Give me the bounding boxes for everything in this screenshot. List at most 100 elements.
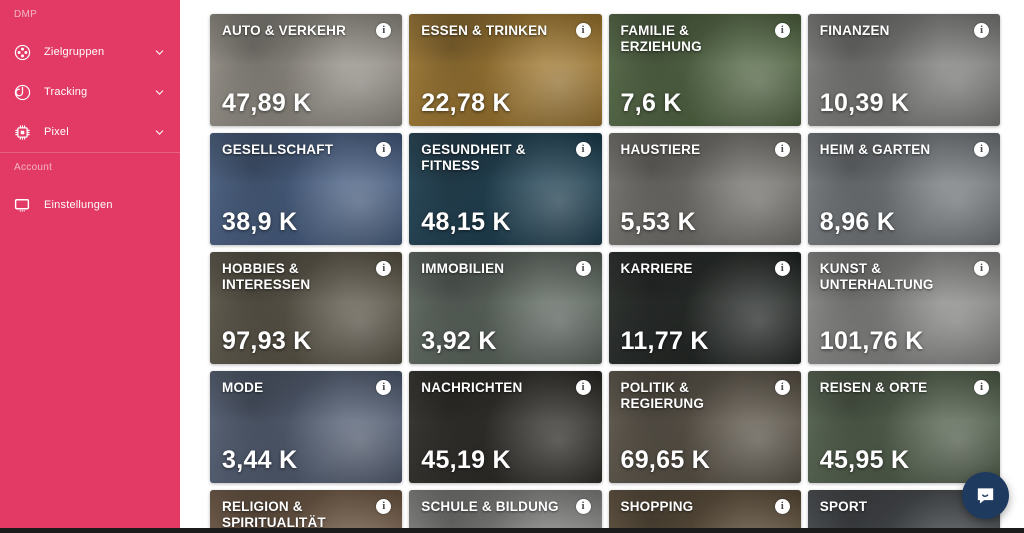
chevron-down-icon[interactable] <box>150 87 168 98</box>
info-icon[interactable]: i <box>974 142 989 157</box>
category-card[interactable]: NACHRICHTEN i 45,19 K <box>409 371 602 483</box>
card-title: GESELLSCHAFT <box>222 142 334 157</box>
pixel-chip-icon <box>0 124 44 141</box>
info-glyph: i <box>581 381 585 393</box>
card-value: 10,39 K <box>819 89 910 117</box>
info-icon[interactable]: i <box>575 380 591 395</box>
info-glyph: i <box>780 143 784 155</box>
category-card[interactable]: KUNST & UNTERHALTUNG i 101,76 K <box>807 252 1000 364</box>
tracking-icon <box>0 84 44 101</box>
info-icon[interactable]: i <box>774 142 790 157</box>
category-card[interactable]: IMMOBILIEN i 3,92 K <box>409 252 602 364</box>
card-value: 38,9 K <box>222 208 298 236</box>
info-icon[interactable]: i <box>376 23 392 38</box>
category-card[interactable]: ESSEN & TRINKEN i 22,78 K <box>409 14 602 126</box>
sidebar: DMP Zielgruppen Tracking Pixel Account E… <box>0 0 180 533</box>
sidebar-item-label: Einstellungen <box>44 199 113 211</box>
sidebar-section-label-account: Account <box>14 162 53 173</box>
info-glyph: i <box>979 143 984 155</box>
card-title: SHOPPING <box>620 499 694 514</box>
info-icon[interactable]: i <box>376 499 392 514</box>
info-icon[interactable]: i <box>575 261 591 276</box>
chevron-down-icon[interactable] <box>150 47 168 58</box>
info-glyph: i <box>581 24 585 36</box>
category-card[interactable]: FAMILIE & ERZIEHUNG i 7,6 K <box>608 14 801 126</box>
info-icon[interactable]: i <box>974 261 989 276</box>
info-icon[interactable]: i <box>575 499 591 514</box>
app-root: DMP Zielgruppen Tracking Pixel Account E… <box>0 0 1024 533</box>
info-glyph: i <box>382 262 386 274</box>
info-icon[interactable]: i <box>974 380 989 395</box>
card-title: ESSEN & TRINKEN <box>421 23 548 38</box>
sidebar-item-label: Pixel <box>44 126 69 138</box>
category-card[interactable]: HAUSTIERE i 5,53 K <box>608 133 801 245</box>
card-value: 11,77 K <box>620 327 709 355</box>
category-card[interactable]: AUTO & VERKEHR i 47,89 K <box>210 14 403 126</box>
sidebar-item-einstellungen[interactable]: Einstellungen <box>0 191 180 219</box>
monitor-icon <box>0 196 44 214</box>
category-card[interactable]: SHOPPING i <box>608 490 801 533</box>
sidebar-item-zielgruppen[interactable]: Zielgruppen <box>0 38 180 66</box>
card-title: REISEN & ORTE <box>819 380 928 395</box>
main-content: AUTO & VERKEHR i 47,89 K ESSEN & TRINKEN i 22… <box>180 0 1024 533</box>
category-card[interactable]: RELIGION & SPIRITUALITÄT i <box>210 490 403 533</box>
info-glyph: i <box>979 381 984 393</box>
info-glyph: i <box>780 500 784 512</box>
card-value: 47,89 K <box>222 89 312 117</box>
info-icon[interactable]: i <box>774 261 790 276</box>
info-icon[interactable]: i <box>575 142 591 157</box>
category-card[interactable]: GESUNDHEIT & FITNESS i 48,15 K <box>409 133 602 245</box>
card-value: 45,19 K <box>421 446 511 474</box>
card-value: 45,95 K <box>819 446 910 474</box>
sidebar-item-label: Tracking <box>44 86 88 98</box>
category-card[interactable]: FINANZEN i 10,39 K <box>807 14 1000 126</box>
info-glyph: i <box>382 24 386 36</box>
category-card[interactable]: KARRIERE i 11,77 K <box>608 252 801 364</box>
card-title: SPORT <box>819 499 868 514</box>
category-card[interactable]: POLITIK & REGIERUNG i 69,65 K <box>608 371 801 483</box>
card-title: AUTO & VERKEHR <box>222 23 347 38</box>
info-glyph: i <box>780 24 784 36</box>
category-card[interactable]: SCHULE & BILDUNG i <box>409 490 602 533</box>
card-title: HEIM & GARTEN <box>819 142 931 157</box>
audience-icon <box>0 44 44 61</box>
chat-launcher-button[interactable] <box>962 472 1009 519</box>
info-icon[interactable]: i <box>376 261 392 276</box>
chevron-down-icon[interactable] <box>150 127 168 138</box>
info-glyph: i <box>780 262 784 274</box>
info-icon[interactable]: i <box>974 23 989 38</box>
info-icon[interactable]: i <box>376 142 392 157</box>
category-card[interactable]: REISEN & ORTE i 45,95 K <box>807 371 1000 483</box>
info-glyph: i <box>780 381 784 393</box>
sidebar-item-pixel[interactable]: Pixel <box>0 118 180 146</box>
category-card[interactable]: HOBBIES & INTERESSEN i 97,93 K <box>210 252 403 364</box>
category-card[interactable]: HEIM & GARTEN i 8,96 K <box>807 133 1000 245</box>
sidebar-item-tracking[interactable]: Tracking <box>0 78 180 106</box>
card-title: KUNST & UNTERHALTUNG <box>819 261 934 292</box>
category-card[interactable]: MODE i 3,44 K <box>210 371 403 483</box>
sidebar-item-label: Zielgruppen <box>44 46 105 58</box>
card-title: GESUNDHEIT & FITNESS <box>421 142 526 173</box>
card-value: 3,44 K <box>222 446 298 474</box>
info-icon[interactable]: i <box>774 380 790 395</box>
card-title: IMMOBILIEN <box>421 261 505 276</box>
card-title: HOBBIES & INTERESSEN <box>222 261 311 292</box>
card-title: RELIGION & SPIRITUALITÄT <box>222 499 326 530</box>
info-glyph: i <box>581 500 585 512</box>
card-title: FAMILIE & ERZIEHUNG <box>620 23 702 54</box>
info-icon[interactable]: i <box>376 380 392 395</box>
card-value: 3,92 K <box>421 327 497 355</box>
info-glyph: i <box>979 262 984 274</box>
card-value: 69,65 K <box>620 446 711 474</box>
info-icon[interactable]: i <box>774 499 790 514</box>
info-glyph: i <box>382 143 386 155</box>
card-title: SCHULE & BILDUNG <box>421 499 559 514</box>
card-title: KARRIERE <box>620 261 693 276</box>
card-value: 97,93 K <box>222 327 312 355</box>
category-card[interactable]: GESELLSCHAFT i 38,9 K <box>210 133 403 245</box>
info-icon[interactable]: i <box>774 23 790 38</box>
card-value: 8,96 K <box>819 208 896 236</box>
card-value: 7,6 K <box>620 89 682 117</box>
card-value: 101,76 K <box>819 327 924 355</box>
info-icon[interactable]: i <box>575 23 591 38</box>
